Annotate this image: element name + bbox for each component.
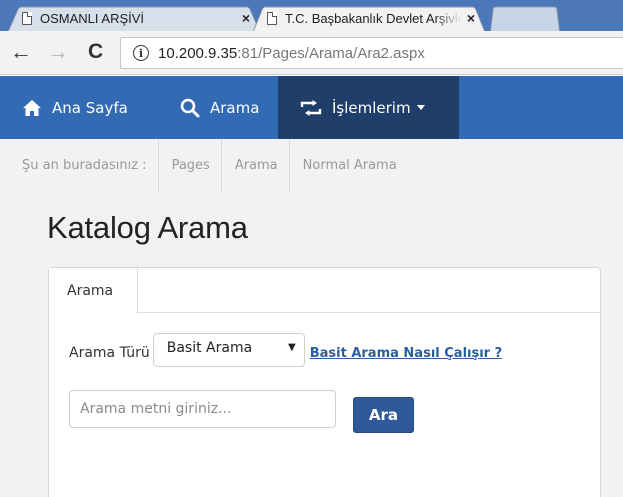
breadcrumb-divider <box>288 139 290 192</box>
nav-item-label: Arama <box>210 98 260 117</box>
retweet-icon <box>300 99 322 116</box>
dropdown-arrow-icon: ▼ <box>288 342 296 353</box>
breadcrumb: Şu an buradasınız : Pages Arama Normal A… <box>0 139 623 192</box>
breadcrumb-item: Normal Arama <box>302 158 397 173</box>
close-tab-icon[interactable]: × <box>242 10 250 26</box>
search-button[interactable]: Ara <box>353 397 414 433</box>
browser-tab-strip: OSMANLI ARŞİVİ × T.C. Başbakanlık Devlet… <box>0 0 623 31</box>
nav-item-label: İşlemlerim <box>332 98 411 117</box>
search-type-select[interactable]: Basit Arama ▼ <box>152 333 305 367</box>
site-nav: Ana Sayfa Arama İşlemlerim <box>0 76 623 139</box>
nav-item-home[interactable]: Ana Sayfa <box>22 76 128 139</box>
breadcrumb-divider <box>157 139 159 192</box>
breadcrumb-item[interactable]: Arama <box>235 158 278 173</box>
help-link[interactable]: Basit Arama Nasıl Çalışır ? <box>310 346 502 361</box>
search-type-value: Basit Arama <box>166 340 253 356</box>
page-icon <box>22 11 32 25</box>
address-bar[interactable]: i 10.200.9.35:81/Pages/Arama/Ara2.aspx <box>120 37 623 69</box>
url-path: :81/Pages/Arama/Ara2.aspx <box>237 44 425 62</box>
tab-title: T.C. Başbakanlık Devlet Arşivleri <box>285 10 461 26</box>
browser-tab-osmanli[interactable]: OSMANLI ARŞİVİ × <box>8 4 260 31</box>
search-icon <box>180 98 200 117</box>
caret-down-icon <box>416 105 425 110</box>
close-tab-icon[interactable]: × <box>467 10 475 26</box>
breadcrumb-item[interactable]: Pages <box>172 158 210 173</box>
home-icon <box>23 99 41 116</box>
page-title: Katalog Arama <box>47 210 248 245</box>
page-icon <box>267 11 277 25</box>
url-host: 10.200.9.35 <box>158 44 238 62</box>
browser-toolbar: ← → C i 10.200.9.35:81/Pages/Arama/Ara2.… <box>0 31 623 75</box>
tab-arama[interactable]: Arama <box>49 268 138 314</box>
main-content: Katalog Arama Arama Arama Türü Basit Ara… <box>0 192 623 497</box>
info-icon[interactable]: i <box>133 45 149 61</box>
breadcrumb-prefix: Şu an buradasınız : <box>22 158 147 173</box>
browser-tab-active[interactable]: T.C. Başbakanlık Devlet Arşivleri × <box>253 4 485 31</box>
nav-item-search[interactable]: Arama <box>180 76 259 139</box>
panel-tab-bar: Arama <box>49 268 600 314</box>
search-input[interactable] <box>69 390 336 428</box>
tab-title: OSMANLI ARŞİVİ <box>40 10 145 26</box>
reload-icon[interactable]: C <box>88 39 103 65</box>
breadcrumb-divider <box>220 139 222 192</box>
nav-item-operations[interactable]: İşlemlerim <box>278 76 459 139</box>
new-tab-button[interactable] <box>490 4 560 31</box>
nav-item-label: Ana Sayfa <box>52 98 128 117</box>
search-type-label: Arama Türü <box>69 345 150 361</box>
forward-icon[interactable]: → <box>47 39 69 65</box>
search-type-row: Arama Türü Basit Arama ▼ Basit Arama Nas… <box>69 333 502 367</box>
back-icon[interactable]: ← <box>10 39 32 65</box>
search-panel: Arama Arama Türü Basit Arama ▼ Basit Ara… <box>48 267 601 497</box>
